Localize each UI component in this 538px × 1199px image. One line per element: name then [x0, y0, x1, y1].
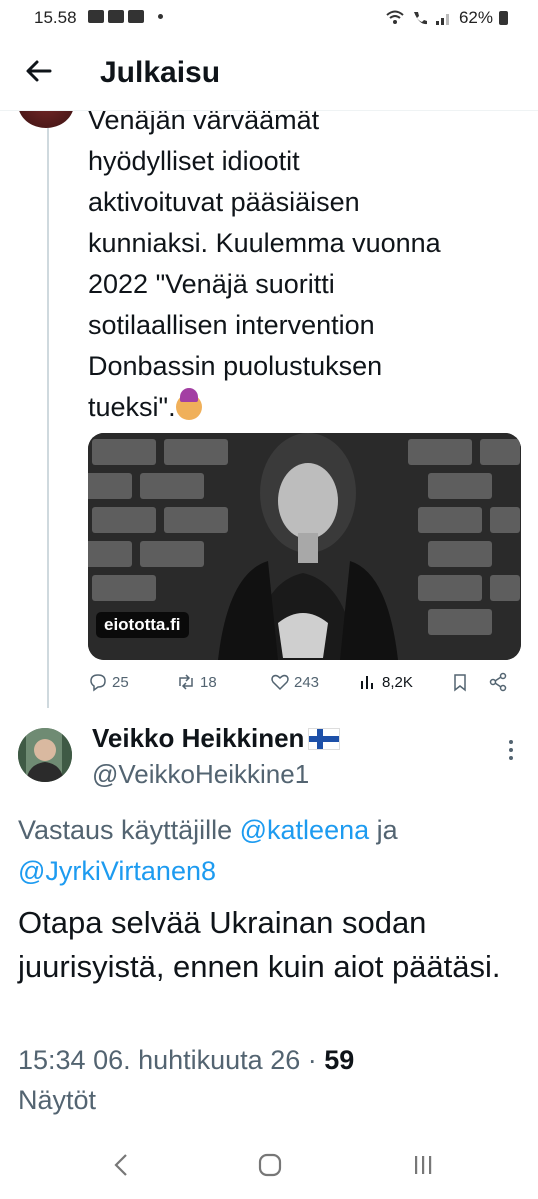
- video-icon: [128, 10, 144, 23]
- home-nav-icon[interactable]: [258, 1152, 282, 1178]
- tweet-text-line: hyödylliset idiootit: [88, 146, 300, 176]
- tweet-text: Venäjän värväämät hyödylliset idiootit a…: [88, 100, 528, 428]
- finland-flag-icon: [308, 727, 341, 750]
- heart-icon: [271, 674, 289, 691]
- arrow-left-icon[interactable]: [22, 54, 56, 88]
- replying-to: Vastaus käyttäjille @katleena ja @JyrkiV…: [18, 810, 518, 892]
- tweet-text-line: sotilaallisen intervention: [88, 310, 375, 340]
- analytics-icon: [361, 676, 373, 689]
- avatar-photo: [18, 728, 72, 782]
- retweet-button[interactable]: 18: [176, 672, 217, 692]
- views-label: Näytöt: [18, 1085, 97, 1115]
- bookmark-button[interactable]: [450, 672, 470, 692]
- recents-nav-icon[interactable]: [412, 1152, 434, 1178]
- bookmark-icon: [454, 674, 466, 692]
- status-time: 15.58: [34, 8, 77, 27]
- author-name: Veikko Heikkinen: [92, 723, 305, 753]
- reply-button[interactable]: 25: [88, 672, 129, 692]
- like-button[interactable]: 243: [270, 672, 319, 692]
- status-bar: 15.58 62%: [0, 0, 538, 36]
- share-button[interactable]: [488, 672, 508, 692]
- reply-icon: [90, 674, 106, 692]
- battery-percent: 62%: [458, 8, 493, 27]
- signal-icon: [435, 14, 449, 25]
- status-right: 62%: [385, 8, 508, 28]
- top-app-bar: Julkaisu: [0, 36, 538, 111]
- system-navigation-bar: [0, 1138, 538, 1199]
- link-card-image[interactable]: eiototta.fi: [88, 433, 521, 660]
- reply-count: 25: [112, 673, 129, 691]
- views-count: 59: [324, 1045, 355, 1075]
- image-icon: [88, 10, 104, 23]
- youtube-icon: [108, 10, 124, 23]
- tweet-action-bar: 25 18 243 8,2K: [88, 672, 518, 700]
- tweet-text-line: Donbassin puolustuksen: [88, 351, 383, 381]
- tweet-text-line: tueksi".: [88, 387, 528, 428]
- status-notification-icons: [88, 10, 163, 23]
- back-nav-icon[interactable]: [112, 1152, 130, 1178]
- tweet-text: Otapa selvää Ukrainan sodan juurisyistä,…: [18, 905, 501, 984]
- wifi-icon: [386, 10, 404, 24]
- share-icon: [489, 672, 507, 692]
- like-count: 243: [294, 673, 320, 691]
- facepalm-emoji-icon: [175, 388, 202, 420]
- link-domain-label: eiototta.fi: [96, 612, 189, 638]
- mention-link[interactable]: @JyrkiVirtanen8: [18, 856, 216, 886]
- call-icon: [413, 12, 427, 25]
- views-button[interactable]: 8,2K: [358, 672, 413, 692]
- retweet-icon: [179, 674, 193, 690]
- retweet-count: 18: [200, 673, 217, 691]
- replying-and: ja: [376, 815, 398, 845]
- tweet-timestamp[interactable]: 15:34 06. huhtikuuta 26 ·: [18, 1045, 317, 1075]
- tweet-text-line: kunniaksi. Kuulemma vuonna: [88, 228, 441, 258]
- more-vertical-icon[interactable]: [508, 738, 514, 762]
- battery-icon: [499, 11, 508, 25]
- mention-link[interactable]: @katleena: [240, 815, 370, 845]
- tweet-text-line: aktivoituvat pääsiäisen: [88, 187, 360, 217]
- dot-icon: [158, 14, 163, 19]
- replying-prefix: Vastaus käyttäjille: [18, 815, 233, 845]
- avatar[interactable]: [18, 728, 72, 782]
- page-title: Julkaisu: [100, 56, 221, 89]
- thread-line: [47, 110, 49, 708]
- tweet-text-line-end: tueksi".: [88, 392, 176, 422]
- author-handle[interactable]: @VeikkoHeikkine1: [92, 759, 309, 790]
- tweet-text-line: 2022 "Venäjä suoritti: [88, 269, 335, 299]
- tweet-meta: 15:34 06. huhtikuuta 26 · 59 Näytöt: [18, 1040, 518, 1120]
- author-name-row[interactable]: Veikko Heikkinen: [92, 723, 341, 754]
- views-count: 8,2K: [382, 673, 413, 691]
